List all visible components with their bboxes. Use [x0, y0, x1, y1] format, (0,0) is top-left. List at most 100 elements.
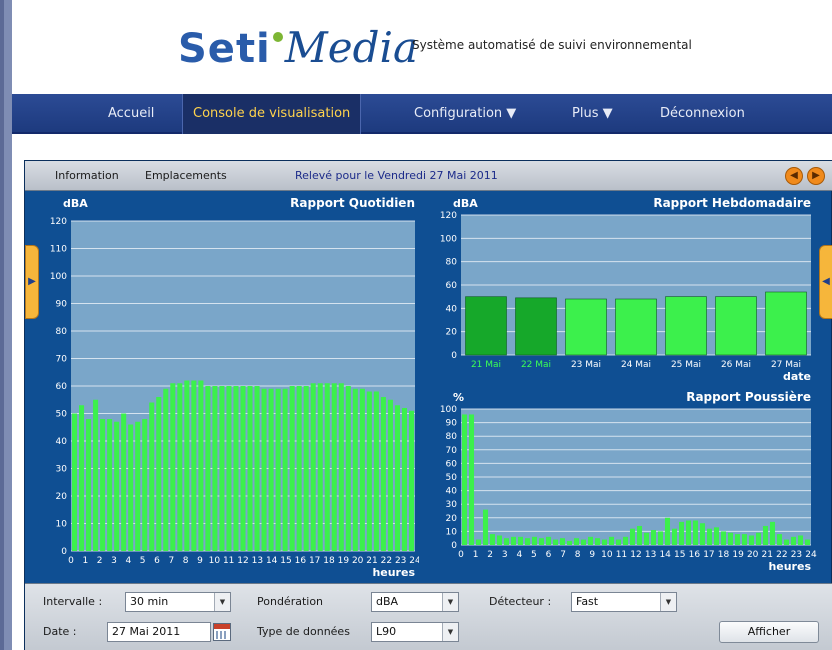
arrow-left-icon: ◀ — [790, 170, 798, 181]
nav-accueil[interactable]: Accueil — [108, 94, 154, 134]
daily-bar — [310, 383, 316, 551]
daily-bar — [219, 386, 225, 551]
dust-y-tick-label: 40 — [446, 487, 458, 497]
edge-stripe — [0, 0, 4, 650]
type-donnees-select[interactable]: L90 ▼ — [371, 622, 459, 642]
tab-information[interactable]: Information — [55, 169, 119, 182]
site-header: Seti Media Système automatisé de suivi e… — [12, 0, 832, 94]
nav-plus[interactable]: Plus ▼ — [572, 94, 613, 134]
daily-x-tick-label: 16 — [295, 556, 307, 566]
page-left-edge — [0, 0, 12, 650]
daily-bar — [121, 413, 127, 551]
daily-report-chart: 0102030405060708090100110120Rapport Quot… — [50, 196, 419, 579]
weekly-bar — [515, 297, 557, 356]
main-navigation: Accueil Console de visualisation Configu… — [12, 94, 832, 134]
dust-x-tick-label: 20 — [747, 550, 759, 560]
dust-x-tick-label: 14 — [659, 550, 671, 560]
weekly-x-tick-label: 23 Mai — [571, 360, 601, 370]
daily-x-tick-label: 0 — [68, 556, 74, 566]
nav-deconnexion[interactable]: Déconnexion — [660, 94, 745, 134]
dust-x-tick-label: 8 — [575, 550, 581, 560]
daily-bar — [345, 386, 351, 551]
calendar-header — [214, 624, 230, 629]
dust-x-tick-label: 3 — [502, 550, 508, 560]
dust-bar — [671, 528, 678, 545]
nav-console-visualisation[interactable]: Console de visualisation — [182, 94, 362, 134]
daily-bar — [317, 383, 323, 551]
daily-bar — [163, 388, 169, 551]
daily-bar — [86, 419, 92, 551]
nav-configuration[interactable]: Configuration ▼ — [414, 94, 516, 134]
weekly-x-tick-label: 22 Mai — [521, 360, 551, 370]
dust-bar — [468, 414, 475, 545]
controls-panel: Intervalle : 30 min ▼ Pondération dBA ▼ … — [25, 583, 832, 650]
dust-x-tick-label: 24 — [805, 550, 817, 560]
intervalle-select[interactable]: 30 min ▼ — [125, 592, 231, 612]
daily-bar — [156, 397, 162, 551]
daily-x-tick-label: 6 — [154, 556, 160, 566]
daily-bar — [254, 386, 260, 551]
dust-bar — [650, 530, 657, 545]
dust-bar — [580, 539, 587, 545]
daily-bar — [107, 419, 113, 551]
dust-bar — [608, 536, 615, 545]
left-panel-toggle[interactable]: ▶ — [25, 245, 39, 319]
dropdown-arrow-icon: ▼ — [214, 593, 230, 611]
weekly-bar — [665, 296, 707, 356]
weekly-unit-label: dBA — [453, 197, 478, 210]
daily-bar — [198, 380, 204, 551]
afficher-button[interactable]: Afficher — [719, 621, 819, 643]
weekly-bar — [615, 298, 657, 356]
dust-bar — [762, 525, 769, 545]
daily-x-tick-label: 17 — [309, 556, 320, 566]
detecteur-select[interactable]: Fast ▼ — [571, 592, 677, 612]
date-label: Date : — [43, 625, 77, 638]
daily-title: Rapport Quotidien — [290, 196, 415, 210]
dropdown-arrow-icon: ▼ — [660, 593, 676, 611]
weekly-x-tick-label: 25 Mai — [671, 360, 701, 370]
weekly-y-tick-label: 60 — [446, 281, 458, 291]
daily-bar — [380, 397, 386, 551]
daily-x-tick-label: 15 — [280, 556, 291, 566]
dust-y-tick-label: 50 — [446, 473, 458, 483]
daily-bar — [303, 386, 309, 551]
date-input[interactable]: 27 Mai 2011 — [107, 622, 211, 642]
daily-y-tick-label: 10 — [56, 520, 68, 530]
weekly-bar — [715, 296, 757, 356]
dust-bar — [664, 517, 671, 545]
calendar-icon[interactable] — [213, 623, 231, 641]
dust-bar — [783, 539, 790, 545]
detecteur-value: Fast — [576, 595, 599, 608]
setimedia-logo[interactable]: Seti Media — [178, 12, 418, 72]
daily-bar — [135, 421, 141, 551]
dust-y-tick-label: 60 — [446, 459, 458, 469]
daily-y-tick-label: 20 — [56, 492, 68, 502]
ponderation-select[interactable]: dBA ▼ — [371, 592, 459, 612]
daily-x-tick-label: 10 — [209, 556, 221, 566]
dust-bar — [699, 523, 706, 545]
daily-bar — [191, 380, 197, 551]
right-panel-toggle[interactable]: ◀ — [819, 245, 832, 319]
daily-x-tick-label: 22 — [381, 556, 392, 566]
daily-x-tick-label: 14 — [266, 556, 278, 566]
dust-x-tick-label: 2 — [487, 550, 493, 560]
daily-bar — [289, 386, 295, 551]
dust-bar — [685, 520, 692, 545]
daily-y-tick-label: 120 — [50, 217, 67, 227]
previous-day-button[interactable]: ◀ — [785, 167, 803, 185]
tab-emplacements[interactable]: Emplacements — [145, 169, 227, 182]
next-day-button[interactable]: ▶ — [807, 167, 825, 185]
dust-unit-label: % — [453, 391, 464, 404]
dust-bar — [573, 538, 580, 545]
dust-title: Rapport Poussière — [686, 390, 811, 404]
dust-bar — [643, 532, 650, 545]
daily-y-tick-label: 40 — [56, 437, 68, 447]
dust-bar — [615, 539, 622, 545]
weekly-y-tick-label: 100 — [440, 234, 457, 244]
daily-bar — [177, 383, 183, 551]
dust-bar — [769, 521, 776, 545]
daily-bar — [394, 405, 400, 551]
dust-bar — [727, 532, 734, 545]
daily-x-axis-title: heures — [372, 566, 415, 579]
weekly-title: Rapport Hebdomadaire — [653, 196, 811, 210]
